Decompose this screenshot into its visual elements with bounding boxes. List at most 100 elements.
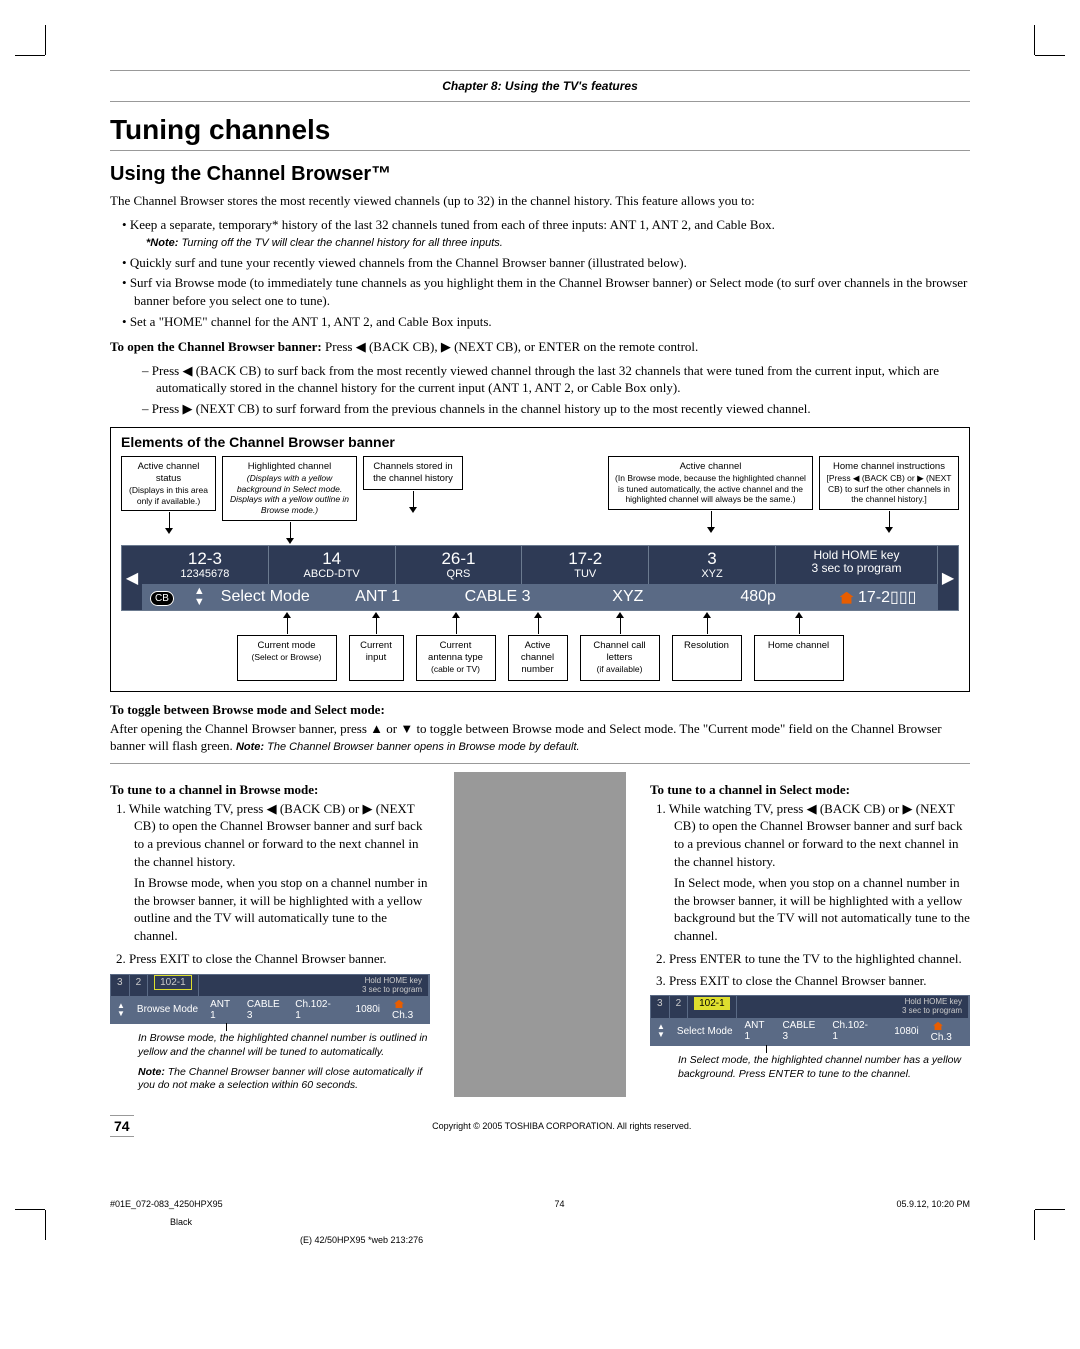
browse-mode-section: To tune to a channel in Browse mode: 1. … [110,772,430,1097]
print-timestamp: 05.9.12, 10:20 PM [896,1199,970,1209]
print-ref: (E) 42/50HPX95 *web 213:276 [0,1227,1080,1265]
column-divider [454,772,626,1097]
mini-antenna: CABLE 3 [776,1018,826,1044]
mini-ch: 2 [670,996,689,1018]
callout-title: Home channel [754,635,844,681]
callout-sub: (Displays with a yellow background in Se… [230,473,349,515]
history-ch-num: 17-2 [526,549,644,569]
select-step1: 1. While watching TV, press ◀ (BACK CB) … [674,800,970,870]
callout-title: Channels stored in the channel history [369,461,457,485]
toggle-head: To toggle between Browse mode and Select… [110,702,970,718]
callout-sub: [Press ◀ (BACK CB) or ▶ (NEXT CB) to sur… [825,473,953,505]
note-text: Turning off the TV will clear the channe… [178,237,502,249]
antenna-type: CABLE 3 [438,588,558,606]
select-mode-section: To tune to a channel in Select mode: 1. … [650,772,970,1097]
select-caption: In Select mode, the highlighted channel … [650,1052,970,1085]
chapter-header: Chapter 8: Using the TV's features [110,70,970,102]
mini-res: 1080i [350,1002,386,1017]
intro-bullets: Keep a separate, temporary* history of t… [110,216,970,331]
history-ch-num: 14 [273,549,391,569]
resolution: 480p [698,588,818,606]
banner-left-arrow-icon: ◀ [122,546,142,610]
callout-title: Current mode [243,640,331,652]
cb-badge: CB [150,591,174,606]
select-head: To tune to a channel in Select mode: [650,782,970,798]
mini-ch-active: Ch.102-1 [826,1018,876,1044]
channel-browser-diagram: Elements of the Channel Browser banner A… [110,427,970,691]
print-page: 74 [555,1199,565,1209]
select-step1-body: In Select mode, when you stop on a chann… [674,874,970,944]
highlighted-outline: 102-1 [154,975,192,990]
history-ch-num: 3 [653,549,771,569]
callout-title: Channel call letters [586,640,654,664]
select-step3: 3. Press EXIT to close the Channel Brows… [674,972,970,990]
browse-caption2: Note: The Channel Browser banner will cl… [110,1064,430,1097]
mini-home: Ch.3 [931,1032,952,1043]
mini-input: ANT 1 [204,997,241,1023]
mini-res: 1080i [888,1024,924,1039]
print-color: Black [0,1213,1080,1227]
active-channel: XYZ [558,588,699,606]
callout-title: Active channel [614,461,807,473]
callout-sub: (Displays in this area only if available… [127,485,210,506]
home-icon [933,1022,943,1030]
updown-icon: ▲▼ [111,1000,131,1020]
history-ch-name: ABCD-DTV [273,568,391,581]
callout-title: Current antenna type [422,640,490,664]
callout-title: Active channel number [508,635,568,681]
callout-title: Current input [349,635,404,681]
diagram-title: Elements of the Channel Browser banner [121,434,959,450]
mini-ch-active: Ch.102-1 [289,997,337,1023]
page-title: Tuning channels [110,114,970,151]
browse-mode-banner: 3 2 102-1 Hold HOME key3 sec to program … [110,974,430,1025]
banner-right-arrow-icon: ▶ [938,546,958,610]
callout-title: Resolution [672,635,742,681]
history-ch-name: XYZ [653,568,771,581]
history-ch-name: QRS [400,568,518,581]
history-ch-num: 26-1 [400,549,518,569]
note-text: The Channel Browser banner will close au… [138,1066,422,1092]
home-icon [840,592,854,604]
note-label: Note: [138,1066,165,1078]
highlighted-background: 102-1 [694,997,730,1010]
bullet-text: Surf via Browse mode (to immediately tun… [122,274,970,309]
callout-title: Highlighted channel [228,461,351,473]
print-info-row: #01E_072-083_4250HPX95 74 05.9.12, 10:20… [0,1177,1080,1213]
mini-mode: Select Mode [671,1024,739,1039]
sub-instruction: – Press ◀ (BACK CB) to surf back from th… [142,362,970,397]
open-banner-rest: Press ◀ (BACK CB), ▶ (NEXT CB), or ENTER… [322,339,699,354]
current-mode: Select Mode [213,588,318,606]
callout-sub: (if available) [586,664,654,675]
print-file: #01E_072-083_4250HPX95 [110,1199,223,1209]
select-step2: 2. Press ENTER to tune the TV to the hig… [674,950,970,968]
mini-ch: 2 [130,975,149,997]
browse-step2: 2. Press EXIT to close the Channel Brows… [134,950,430,968]
callout-title: Active channel status [127,461,210,485]
mini-hk1: Hold HOME key [905,997,962,1006]
mini-hk1: Hold HOME key [365,976,422,985]
home-instr-line1: Hold HOME key [780,549,933,563]
copyright: Copyright © 2005 TOSHIBA CORPORATION. Al… [154,1121,970,1131]
page-number: 74 [110,1115,134,1137]
history-ch-name: 12345678 [146,568,264,581]
bullet-text: Quickly surf and tune your recently view… [122,254,970,272]
open-banner-instruction: To open the Channel Browser banner: Pres… [110,338,970,356]
history-ch-name: TUV [526,568,644,581]
intro-text: The Channel Browser stores the most rece… [110,192,970,210]
open-banner-lead: To open the Channel Browser banner: [110,339,322,354]
browse-step1-body: In Browse mode, when you stop on a chann… [134,874,430,944]
mini-ch: 3 [651,996,670,1018]
mini-mode: Browse Mode [131,1002,204,1017]
home-channel: 17-2 [858,589,890,606]
callout-sub: (In Browse mode, because the highlighted… [614,473,807,505]
select-mode-banner: 3 2 102-1 Hold HOME key3 sec to program … [650,995,970,1046]
updown-icon: ▲▼ [651,1021,671,1041]
home-instr-line2: 3 sec to program [780,562,933,576]
callout-sub: (cable or TV) [422,664,490,675]
mini-hk2: 3 sec to program [902,1006,962,1015]
callout-title: Home channel instructions [825,461,953,473]
channel-browser-banner: ◀ 12-312345678 14ABCD-DTV 26-1QRS 17-2TU… [121,545,959,611]
callout-sub: (Select or Browse) [243,652,331,663]
updown-icon: ▲▼ [186,586,213,608]
toggle-body: After opening the Channel Browser banner… [110,720,970,755]
